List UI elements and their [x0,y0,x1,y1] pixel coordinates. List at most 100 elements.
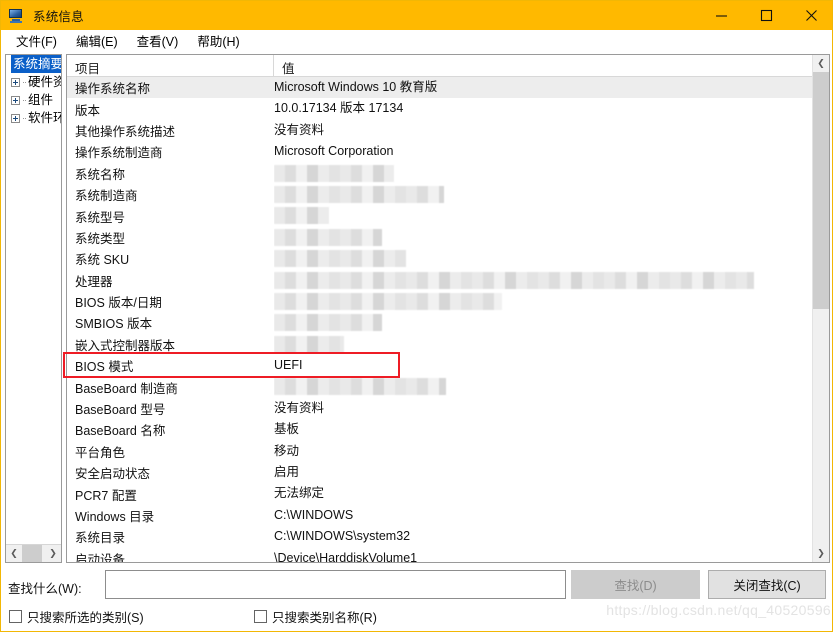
computer-icon [8,8,24,24]
checkbox-search-selected-category[interactable] [9,610,22,623]
redacted-value [274,378,446,396]
row-item-value [274,334,813,355]
tree-item-system-summary[interactable]: 系统摘要 [6,55,61,73]
row-item-value: 无法绑定 [274,486,325,501]
row-item-value: 没有资料 [274,400,325,415]
redacted-value [274,271,754,289]
row-item-value [274,184,813,205]
row-item-value: 10.0.17134 版本 17134 [274,101,404,116]
row-item-value: 没有资料 [274,122,325,137]
table-row[interactable]: BaseBoard 型号 没有资料 [67,398,813,419]
tree-item-components[interactable]: ·· 组件 [6,91,61,109]
category-tree: 系统摘要 ·· 硬件资 ·· 组件 ·· 软件环 [6,55,61,544]
maximize-icon[interactable] [744,1,789,30]
table-row[interactable]: 嵌入式控制器版本 [67,334,813,355]
expand-icon[interactable] [11,77,20,87]
title-bar: 系统信息 [1,1,832,30]
menu-item-help[interactable]: 帮助(H) [190,29,246,52]
row-item-value: Microsoft Windows 10 教育版 [274,80,438,94]
tree-item-label: 组件 [28,93,54,107]
row-item-name: SMBIOS 版本 [75,317,153,332]
row-item-name: BaseBoard 制造商 [75,381,178,396]
redacted-value [274,164,394,182]
row-item-name: Windows 目录 [75,510,155,524]
tree-item-software-environment[interactable]: ·· 软件环 [6,109,61,127]
checkbox-search-selected-category-label: 只搜索所选的类别(S) [27,611,144,625]
tree-item-hardware-resources[interactable]: ·· 硬件资 [6,73,61,91]
list-vertical-scrollbar[interactable]: ❮ ❯ [812,55,829,562]
close-find-button[interactable]: 关闭查找(C) [708,570,826,599]
redacted-value [274,185,444,203]
table-row[interactable]: 其他操作系统描述 没有资料 [67,120,813,141]
checkbox-search-selected-category-row[interactable]: 只搜索所选的类别(S) [9,607,144,626]
find-button[interactable]: 查找(D) [571,570,700,599]
menu-item-view[interactable]: 查看(V) [130,29,186,52]
row-item-name: BIOS 模式 [75,360,134,375]
menu-item-file[interactable]: 文件(F) [9,29,64,52]
table-row[interactable]: 系统型号 [67,205,813,226]
menu-item-edit[interactable]: 编辑(E) [69,29,125,52]
scrollbar-thumb[interactable] [22,545,42,562]
table-row[interactable]: PCR7 配置 无法绑定 [67,483,813,504]
expand-icon[interactable] [11,113,20,123]
table-row[interactable]: 系统 SKU [67,248,813,269]
chevron-left-icon[interactable]: ❮ [6,545,22,562]
table-row[interactable]: 操作系统制造商 Microsoft Corporation [67,141,813,162]
system-info-rows: 操作系统名称 Microsoft Windows 10 教育版版本 10.0.171… [67,77,813,563]
table-row[interactable]: 系统名称 [67,163,813,184]
table-row[interactable]: 系统类型 [67,227,813,248]
redacted-value [274,314,382,332]
table-row[interactable]: BaseBoard 名称 基板 [67,419,813,440]
tree-horizontal-scrollbar[interactable]: ❮ ❯ [6,544,61,562]
row-item-value: Microsoft Corporation [274,144,394,159]
window-title: 系统信息 [33,10,84,24]
row-item-value: 基板 [274,422,300,437]
table-row[interactable]: BaseBoard 制造商 [67,376,813,397]
close-icon[interactable] [789,1,832,30]
row-item-name: 安全启动状态 [75,467,151,482]
table-row[interactable]: 处理器 [67,270,813,291]
table-row[interactable]: 启动设备 \Device\HarddiskVolume1 [67,548,813,563]
row-item-name: 启动设备 [75,552,126,563]
table-row[interactable]: 操作系统名称 Microsoft Windows 10 教育版 [67,77,813,99]
row-item-name: 平台角色 [75,445,126,460]
row-item-value [274,248,813,269]
window-controls [699,1,832,30]
chevron-down-icon[interactable]: ❯ [813,545,829,562]
chevron-right-icon[interactable]: ❯ [45,545,61,562]
content-area: 系统摘要 ·· 硬件资 ·· 组件 ·· 软件环 [5,54,830,563]
column-header-item[interactable]: 项目 [67,55,274,77]
table-row[interactable]: 平台角色 移动 [67,441,813,462]
table-row[interactable]: 系统目录 C:\WINDOWS\system32 [67,526,813,547]
row-item-value [274,312,813,333]
table-row[interactable]: BIOS 模式 UEFI [67,355,813,376]
row-item-name: 嵌入式控制器版本 [75,338,176,353]
column-header-value[interactable]: 值 [274,55,813,77]
row-item-value [274,291,813,312]
redacted-value [274,335,344,353]
table-row[interactable]: 安全启动状态 启用 [67,462,813,483]
checkbox-search-category-name-label: 只搜索类别名称(R) [272,611,377,625]
chevron-up-icon[interactable]: ❮ [813,55,829,72]
checkbox-search-category-name-row[interactable]: 只搜索类别名称(R) [254,607,377,626]
watermark-text: https://blog.csdn.net/qq_40520596 [606,602,831,618]
row-item-value [274,163,813,184]
table-row[interactable]: 系统制造商 [67,184,813,205]
row-item-value [274,205,813,226]
redacted-value [274,207,329,225]
table-row[interactable]: Windows 目录 C:\WINDOWS [67,505,813,526]
minimize-icon[interactable] [699,1,744,30]
table-row[interactable]: BIOS 版本/日期 [67,291,813,312]
table-row[interactable]: SMBIOS 版本 [67,312,813,333]
tree-item-label: 软件环 [28,111,61,125]
row-item-name: 操作系统名称 [75,82,151,97]
expand-icon[interactable] [11,95,20,105]
checkbox-search-category-name[interactable] [254,610,267,623]
find-input[interactable] [105,570,566,599]
table-row[interactable]: 版本 10.0.17134 版本 17134 [67,98,813,119]
row-item-name: 版本 [75,103,101,118]
scrollbar-thumb[interactable] [813,72,829,309]
list-column-headers: 项目 值 [67,55,813,77]
row-item-name: 操作系统制造商 [75,146,163,161]
tree-item-label: 硬件资 [28,75,61,89]
